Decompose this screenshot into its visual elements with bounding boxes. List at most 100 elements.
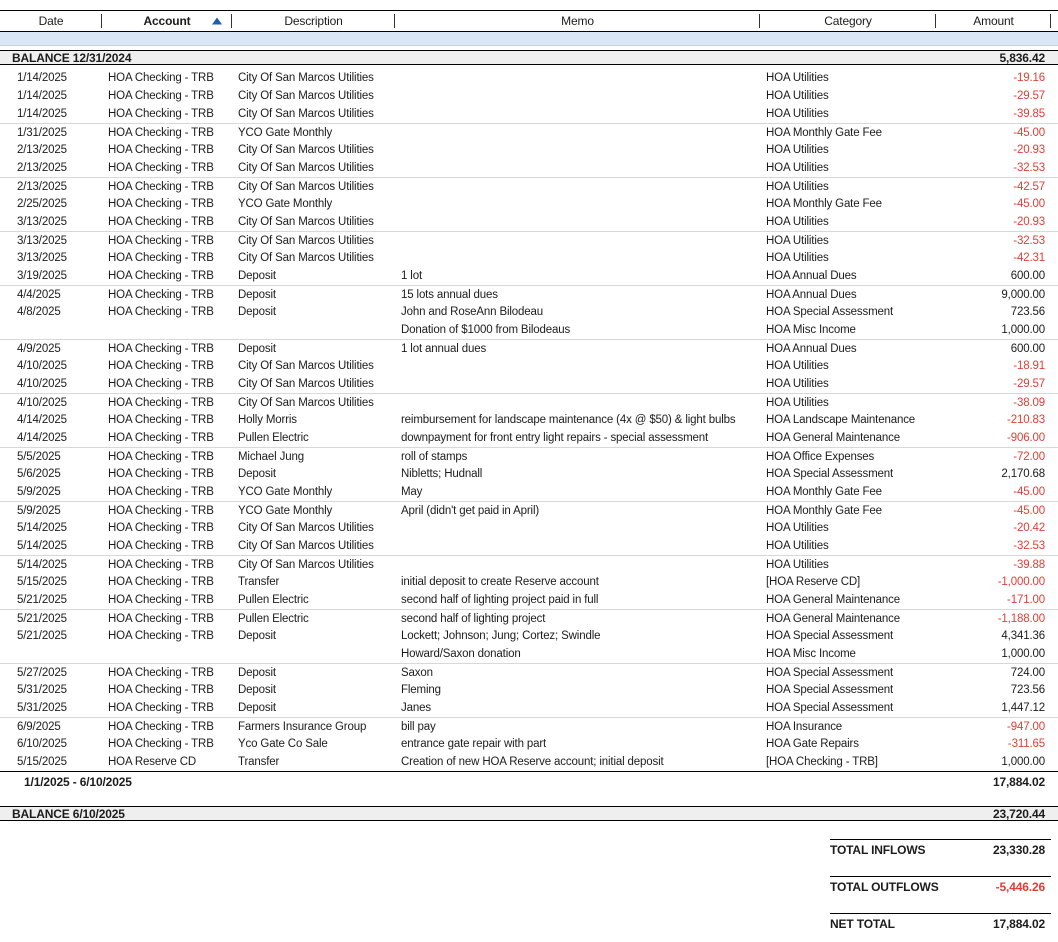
cell-memo: reimbursement for landscape maintenance … bbox=[395, 414, 760, 426]
cell-category: HOA Utilities bbox=[760, 162, 936, 174]
transaction-row[interactable]: 2/13/2025HOA Checking - TRBCity Of San M… bbox=[0, 141, 1058, 159]
cell-account: HOA Checking - TRB bbox=[102, 306, 232, 318]
cell-memo: second half of lighting project paid in … bbox=[395, 594, 760, 606]
cell-category: HOA Special Assessment bbox=[760, 306, 936, 318]
cell-category: HOA Utilities bbox=[760, 252, 936, 264]
transaction-row[interactable]: 5/21/2025HOA Checking - TRBPullen Electr… bbox=[0, 609, 1058, 627]
cell-description: City Of San Marcos Utilities bbox=[232, 360, 395, 372]
cell-category: HOA Utilities bbox=[760, 235, 936, 247]
transaction-row[interactable]: 5/9/2025HOA Checking - TRBYCO Gate Month… bbox=[0, 483, 1058, 501]
transaction-row[interactable]: Howard/Saxon donationHOA Misc Income1,00… bbox=[0, 645, 1058, 663]
transaction-row[interactable]: 5/14/2025HOA Checking - TRBCity Of San M… bbox=[0, 519, 1058, 537]
transaction-row[interactable]: 5/14/2025HOA Checking - TRBCity Of San M… bbox=[0, 555, 1058, 573]
cell-amount: -42.57 bbox=[936, 181, 1051, 193]
cell-memo: 1 lot annual dues bbox=[395, 343, 760, 355]
cell-date: 4/14/2025 bbox=[0, 414, 102, 426]
cell-amount: -39.85 bbox=[936, 108, 1051, 120]
transaction-row[interactable]: 2/25/2025HOA Checking - TRBYCO Gate Mont… bbox=[0, 195, 1058, 213]
cell-category: HOA General Maintenance bbox=[760, 594, 936, 606]
transaction-row[interactable]: 5/14/2025HOA Checking - TRBCity Of San M… bbox=[0, 537, 1058, 555]
column-header-description[interactable]: Description bbox=[232, 11, 395, 31]
cell-description: Farmers Insurance Group bbox=[232, 721, 395, 733]
column-header-category[interactable]: Category bbox=[760, 11, 936, 31]
transaction-row[interactable]: 5/9/2025HOA Checking - TRBYCO Gate Month… bbox=[0, 501, 1058, 519]
cell-amount: -906.00 bbox=[936, 432, 1051, 444]
cell-description: City Of San Marcos Utilities bbox=[232, 90, 395, 102]
transaction-row[interactable]: 5/21/2025HOA Checking - TRBPullen Electr… bbox=[0, 591, 1058, 609]
cell-date: 5/9/2025 bbox=[0, 505, 102, 517]
transaction-row[interactable]: 3/13/2025HOA Checking - TRBCity Of San M… bbox=[0, 231, 1058, 249]
transaction-row[interactable]: 4/14/2025HOA Checking - TRBHolly Morrisr… bbox=[0, 411, 1058, 429]
cell-memo: May bbox=[395, 486, 760, 498]
transaction-row[interactable]: 4/10/2025HOA Checking - TRBCity Of San M… bbox=[0, 393, 1058, 411]
cell-account: HOA Checking - TRB bbox=[102, 343, 232, 355]
transaction-row[interactable]: 5/15/2025HOA Checking - TRBTransferiniti… bbox=[0, 573, 1058, 591]
sort-ascending-icon bbox=[212, 18, 222, 25]
cell-date: 6/10/2025 bbox=[0, 738, 102, 750]
cell-amount: 1,000.00 bbox=[936, 648, 1051, 660]
column-header-amount[interactable]: Amount bbox=[936, 11, 1051, 31]
cell-date: 5/15/2025 bbox=[0, 756, 102, 768]
transaction-row[interactable]: 4/10/2025HOA Checking - TRBCity Of San M… bbox=[0, 357, 1058, 375]
cell-memo: second half of lighting project bbox=[395, 613, 760, 625]
transaction-row[interactable]: 6/10/2025HOA Checking - TRBYco Gate Co S… bbox=[0, 735, 1058, 753]
cell-category: [HOA Checking - TRB] bbox=[760, 756, 936, 768]
transaction-row[interactable]: 5/27/2025HOA Checking - TRBDepositSaxonH… bbox=[0, 663, 1058, 681]
cell-account: HOA Checking - TRB bbox=[102, 162, 232, 174]
transaction-row[interactable]: 4/9/2025HOA Checking - TRBDeposit1 lot a… bbox=[0, 339, 1058, 357]
transaction-row[interactable]: 1/14/2025HOA Checking - TRBCity Of San M… bbox=[0, 69, 1058, 87]
total-inflows-label: TOTAL INFLOWS bbox=[830, 843, 925, 857]
column-header-memo[interactable]: Memo bbox=[395, 11, 760, 31]
cell-category: HOA Insurance bbox=[760, 721, 936, 733]
cell-description: City Of San Marcos Utilities bbox=[232, 397, 395, 409]
column-header-account[interactable]: Account bbox=[102, 11, 232, 31]
cell-amount: -20.93 bbox=[936, 144, 1051, 156]
cell-date: 5/21/2025 bbox=[0, 630, 102, 642]
transaction-row[interactable]: 4/8/2025HOA Checking - TRBDepositJohn an… bbox=[0, 303, 1058, 321]
transaction-row[interactable]: 2/13/2025HOA Checking - TRBCity Of San M… bbox=[0, 177, 1058, 195]
column-header-account-label: Account bbox=[144, 14, 191, 28]
transaction-row[interactable]: 5/15/2025HOA Reserve CDTransferCreation … bbox=[0, 753, 1058, 771]
cell-amount: 600.00 bbox=[936, 270, 1051, 282]
transaction-row[interactable]: 5/6/2025HOA Checking - TRBDepositNiblett… bbox=[0, 465, 1058, 483]
transaction-row[interactable]: 4/14/2025HOA Checking - TRBPullen Electr… bbox=[0, 429, 1058, 447]
cell-amount: -19.16 bbox=[936, 72, 1051, 84]
cell-amount: -18.91 bbox=[936, 360, 1051, 372]
cell-date: 5/5/2025 bbox=[0, 451, 102, 463]
cell-date: 1/14/2025 bbox=[0, 108, 102, 120]
cell-amount: -20.93 bbox=[936, 216, 1051, 228]
cell-date: 5/14/2025 bbox=[0, 559, 102, 571]
transaction-report: Date Account Description Memo Category A… bbox=[0, 0, 1058, 934]
cell-date: 2/13/2025 bbox=[0, 181, 102, 193]
transaction-row[interactable]: 4/4/2025HOA Checking - TRBDeposit15 lots… bbox=[0, 285, 1058, 303]
transaction-row[interactable]: 4/10/2025HOA Checking - TRBCity Of San M… bbox=[0, 375, 1058, 393]
transaction-row[interactable]: 3/19/2025HOA Checking - TRBDeposit1 lotH… bbox=[0, 267, 1058, 285]
closing-balance-row: BALANCE 6/10/2025 23,720.44 bbox=[0, 806, 1058, 821]
cell-category: HOA Utilities bbox=[760, 559, 936, 571]
cell-date: 6/9/2025 bbox=[0, 721, 102, 733]
column-header-date[interactable]: Date bbox=[0, 11, 102, 31]
transaction-row[interactable]: 5/31/2025HOA Checking - TRBDepositJanesH… bbox=[0, 699, 1058, 717]
transaction-row[interactable]: 5/21/2025HOA Checking - TRBDepositLocket… bbox=[0, 627, 1058, 645]
period-total-amount: 17,884.02 bbox=[993, 775, 1058, 789]
transaction-row[interactable]: 5/5/2025HOA Checking - TRBMichael Jungro… bbox=[0, 447, 1058, 465]
transaction-row[interactable]: 1/14/2025HOA Checking - TRBCity Of San M… bbox=[0, 87, 1058, 105]
cell-amount: 4,341.36 bbox=[936, 630, 1051, 642]
cell-account: HOA Checking - TRB bbox=[102, 289, 232, 301]
transaction-row[interactable]: 3/13/2025HOA Checking - TRBCity Of San M… bbox=[0, 249, 1058, 267]
transaction-row[interactable]: 6/9/2025HOA Checking - TRBFarmers Insura… bbox=[0, 717, 1058, 735]
transaction-row[interactable]: 1/31/2025HOA Checking - TRBYCO Gate Mont… bbox=[0, 123, 1058, 141]
cell-amount: -1,000.00 bbox=[936, 576, 1051, 588]
transaction-row[interactable]: 3/13/2025HOA Checking - TRBCity Of San M… bbox=[0, 213, 1058, 231]
cell-date: 5/31/2025 bbox=[0, 684, 102, 696]
transaction-row[interactable]: 1/14/2025HOA Checking - TRBCity Of San M… bbox=[0, 105, 1058, 123]
cell-memo: Saxon bbox=[395, 667, 760, 679]
selected-empty-row[interactable] bbox=[0, 32, 1058, 46]
cell-description: Pullen Electric bbox=[232, 594, 395, 606]
transaction-row[interactable]: Donation of $1000 from BilodeausHOA Misc… bbox=[0, 321, 1058, 339]
cell-amount: -29.57 bbox=[936, 378, 1051, 390]
transaction-row[interactable]: 5/31/2025HOA Checking - TRBDepositFlemin… bbox=[0, 681, 1058, 699]
transaction-row[interactable]: 2/13/2025HOA Checking - TRBCity Of San M… bbox=[0, 159, 1058, 177]
cell-category: HOA Utilities bbox=[760, 72, 936, 84]
cell-date: 5/21/2025 bbox=[0, 594, 102, 606]
